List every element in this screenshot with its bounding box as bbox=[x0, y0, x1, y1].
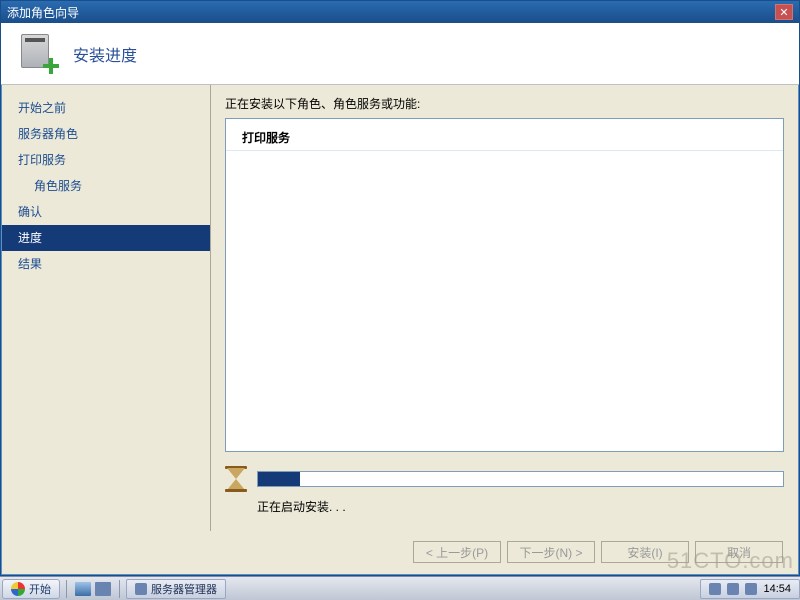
close-button[interactable]: ✕ bbox=[775, 4, 793, 20]
content-area: 开始之前 服务器角色 打印服务 角色服务 确认 进度 结果 正在安装以下角色、角… bbox=[2, 85, 798, 531]
window-title: 添加角色向导 bbox=[7, 4, 79, 21]
progress-row bbox=[225, 466, 784, 492]
wizard-window: 添加角色向导 ✕ 安装进度 开始之前 服务器角色 打印服务 角色服务 确认 进度… bbox=[0, 0, 800, 576]
install-button[interactable]: 安装(I) bbox=[601, 541, 689, 563]
install-desc: 正在安装以下角色、角色服务或功能: bbox=[225, 95, 784, 112]
taskbar-separator bbox=[66, 580, 67, 598]
tray-icon[interactable] bbox=[709, 583, 721, 595]
page-title: 安装进度 bbox=[73, 42, 137, 66]
next-button[interactable]: 下一步(N) > bbox=[507, 541, 595, 563]
header-band: 安装进度 bbox=[1, 23, 799, 85]
button-row: < 上一步(P) 下一步(N) > 安装(I) 取消 bbox=[413, 541, 783, 563]
taskbar-app-label: 服务器管理器 bbox=[151, 581, 217, 597]
nav-role-services[interactable]: 角色服务 bbox=[2, 173, 210, 199]
hourglass-icon bbox=[225, 466, 247, 492]
nav-print-services[interactable]: 打印服务 bbox=[2, 147, 210, 173]
cancel-button[interactable]: 取消 bbox=[695, 541, 783, 563]
status-text: 正在启动安装. . . bbox=[257, 498, 784, 515]
progress-bar bbox=[257, 471, 784, 487]
role-print-services: 打印服务 bbox=[226, 119, 783, 151]
clock: 14:54 bbox=[763, 583, 791, 595]
main-panel: 正在安装以下角色、角色服务或功能: 打印服务 正在启动安装. . . bbox=[211, 85, 798, 531]
progress-fill bbox=[258, 472, 300, 486]
titlebar[interactable]: 添加角色向导 ✕ bbox=[1, 1, 799, 23]
server-manager-icon bbox=[135, 583, 147, 595]
taskbar-separator bbox=[119, 580, 120, 598]
nav-confirm[interactable]: 确认 bbox=[2, 199, 210, 225]
tray-icon[interactable] bbox=[745, 583, 757, 595]
server-plus-icon bbox=[19, 34, 59, 74]
wizard-nav: 开始之前 服务器角色 打印服务 角色服务 确认 进度 结果 bbox=[2, 85, 210, 531]
show-desktop-icon[interactable] bbox=[75, 582, 91, 596]
prev-button[interactable]: < 上一步(P) bbox=[413, 541, 501, 563]
start-button[interactable]: 开始 bbox=[2, 579, 60, 599]
start-label: 开始 bbox=[29, 581, 51, 597]
windows-orb-icon bbox=[11, 582, 25, 596]
nav-results[interactable]: 结果 bbox=[2, 251, 210, 277]
taskbar-app-server-manager[interactable]: 服务器管理器 bbox=[126, 579, 226, 599]
tray-icon[interactable] bbox=[727, 583, 739, 595]
nav-progress[interactable]: 进度 bbox=[2, 225, 210, 251]
system-tray[interactable]: 14:54 bbox=[700, 579, 800, 599]
nav-before-begin[interactable]: 开始之前 bbox=[2, 95, 210, 121]
taskbar[interactable]: 开始 服务器管理器 14:54 bbox=[0, 576, 800, 600]
roles-listbox: 打印服务 bbox=[225, 118, 784, 452]
nav-server-roles[interactable]: 服务器角色 bbox=[2, 121, 210, 147]
quicklaunch-icon[interactable] bbox=[95, 582, 111, 596]
